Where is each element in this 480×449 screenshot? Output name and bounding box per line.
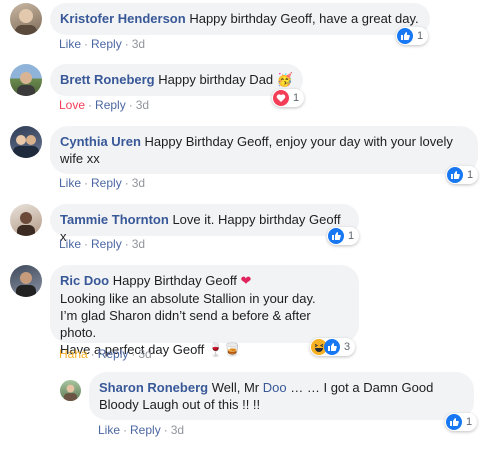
person-silhouette-icon xyxy=(15,9,37,35)
avatar[interactable] xyxy=(10,204,42,236)
person-silhouette-icon xyxy=(16,272,36,297)
reaction-count: 1 xyxy=(293,92,300,104)
timestamp[interactable]: 3d xyxy=(132,176,145,190)
partying-face-emoji: 🥳 xyxy=(276,73,293,88)
reaction-count: 1 xyxy=(417,30,424,42)
reaction-summary[interactable]: 1 xyxy=(446,166,479,184)
reaction-summary[interactable]: 1 xyxy=(445,413,478,431)
reply-link[interactable]: Reply xyxy=(91,176,122,190)
comment-text-line-3: I’m glad Sharon didn’t send a before & a… xyxy=(60,308,311,340)
reply-link[interactable]: Reply xyxy=(95,98,126,112)
comment-text-line-1: Well, Mr xyxy=(211,380,260,395)
comment-text-line-2: Looking like an absolute Stallion in you… xyxy=(60,291,316,306)
love-link[interactable]: Love xyxy=(59,98,85,112)
comment-actions: Haha · Reply · 3d xyxy=(59,347,152,361)
like-link[interactable]: Like xyxy=(59,237,81,251)
reply-link[interactable]: Reply xyxy=(91,37,122,51)
like-icon xyxy=(328,228,344,244)
reaction-count: 1 xyxy=(466,416,473,428)
comment-bubble: Cynthia Uren Happy Birthday Geoff, enjoy… xyxy=(50,126,478,174)
comment-bubble: Tammie Thornton Love it. Happy birthday … xyxy=(50,204,359,244)
comment-text: Happy birthday Dad xyxy=(158,72,274,87)
reply-link[interactable]: Reply xyxy=(91,237,122,251)
comment-text: Happy birthday Geoff, have a great day. xyxy=(189,11,419,26)
author-name[interactable]: Brett Roneberg xyxy=(60,72,155,87)
comment-text-line-1: Happy Birthday Geoff xyxy=(112,273,237,288)
comment-actions: Like · Reply · 3d xyxy=(98,423,185,437)
comment-text-line-1: Happy Birthday Geoff, enjoy your day wit… xyxy=(144,134,453,149)
reaction-count: 1 xyxy=(348,230,355,242)
comment-text-line-1-rest: … … I got a Damn Good xyxy=(290,380,434,395)
reaction-count: 3 xyxy=(344,341,351,353)
like-icon xyxy=(446,414,462,430)
comment-actions: Like · Reply · 3d xyxy=(59,237,146,251)
comment-actions: Like · Reply · 3d xyxy=(59,37,146,51)
person-silhouette-icon xyxy=(17,212,35,236)
comment-text-line-2: wife xx xyxy=(60,151,100,166)
like-icon xyxy=(447,167,463,183)
avatar[interactable] xyxy=(60,380,81,401)
comment-actions: Like · Reply · 3d xyxy=(59,176,146,190)
person-silhouette-icon xyxy=(13,135,39,158)
author-name[interactable]: Ric Doo xyxy=(60,273,109,288)
drink-emojis: 🍷🥃 xyxy=(207,343,241,358)
love-icon xyxy=(273,90,289,106)
comment-bubble: Sharon Roneberg Well, Mr Doo … … I got a… xyxy=(89,372,474,420)
person-silhouette-icon xyxy=(63,384,78,401)
person-silhouette-icon xyxy=(17,72,35,96)
author-name[interactable]: Kristofer Henderson xyxy=(60,11,186,26)
timestamp[interactable]: 3d xyxy=(132,37,145,51)
author-name[interactable]: Cynthia Uren xyxy=(60,134,141,149)
reply-link[interactable]: Reply xyxy=(98,347,129,361)
reaction-summary[interactable]: 1 xyxy=(327,227,360,245)
avatar[interactable] xyxy=(10,126,42,158)
reply-link[interactable]: Reply xyxy=(130,423,161,437)
comment-actions: Love · Reply · 3d xyxy=(59,98,150,112)
mention-link[interactable]: Doo xyxy=(263,380,287,395)
avatar[interactable] xyxy=(10,3,42,35)
comment-bubble: Ric Doo Happy Birthday Geoff ❤ Looking l… xyxy=(50,265,359,358)
author-name[interactable]: Sharon Roneberg xyxy=(99,380,208,395)
comment-bubble: Kristofer Henderson Happy birthday Geoff… xyxy=(50,3,430,35)
reaction-summary[interactable]: 1 xyxy=(396,27,429,45)
timestamp[interactable]: 3d xyxy=(132,237,145,251)
like-icon xyxy=(397,28,413,44)
author-name[interactable]: Tammie Thornton xyxy=(60,212,169,227)
timestamp[interactable]: 3d xyxy=(138,347,151,361)
comment-text-line-2: Bloody Laugh out of this !! !! xyxy=(99,397,261,412)
haha-link[interactable]: Haha xyxy=(59,347,88,361)
reaction-summary[interactable]: 3 xyxy=(310,338,356,356)
like-link[interactable]: Like xyxy=(59,37,81,51)
like-icon xyxy=(324,339,340,355)
avatar[interactable] xyxy=(10,265,42,297)
like-link[interactable]: Like xyxy=(98,423,120,437)
like-link[interactable]: Like xyxy=(59,176,81,190)
comment-bubble: Brett Roneberg Happy birthday Dad 🥳 xyxy=(50,64,303,96)
red-heart-emoji: ❤ xyxy=(240,274,252,289)
avatar[interactable] xyxy=(10,64,42,96)
timestamp[interactable]: 3d xyxy=(136,98,149,112)
reaction-count: 1 xyxy=(467,169,474,181)
reaction-summary[interactable]: 1 xyxy=(272,89,305,107)
timestamp[interactable]: 3d xyxy=(171,423,184,437)
